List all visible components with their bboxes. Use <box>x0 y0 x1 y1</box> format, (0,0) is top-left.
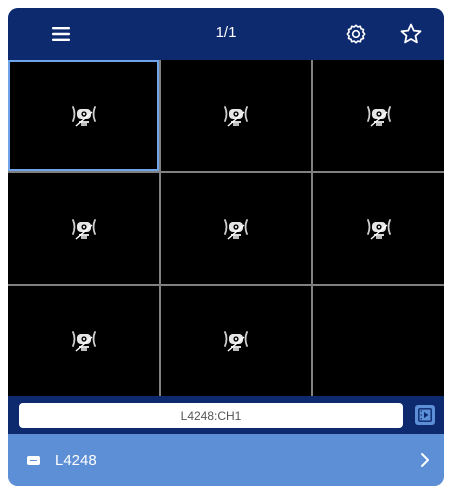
no-signal-camera-icon <box>366 218 391 240</box>
channel-bar: L4248:CH1 <box>8 396 444 434</box>
device-name: L4248 <box>55 452 97 469</box>
star-icon <box>400 23 422 44</box>
no-signal-camera-icon <box>366 105 391 127</box>
video-cell-8[interactable] <box>161 286 311 396</box>
video-cell-3[interactable] <box>313 60 444 171</box>
no-signal-camera-icon <box>71 105 96 127</box>
page-indicator: 1/1 <box>215 24 237 41</box>
video-cell-6[interactable] <box>313 173 444 284</box>
favorite-button[interactable] <box>394 18 428 50</box>
playback-icon <box>418 408 432 422</box>
live-view-app: 1/1 L4248:CH1 L4248 <box>8 8 444 486</box>
no-signal-camera-icon <box>224 105 248 127</box>
top-bar: 1/1 <box>8 8 444 60</box>
device-icon <box>27 456 40 465</box>
settings-button[interactable] <box>339 18 373 50</box>
video-grid <box>8 60 444 396</box>
video-cell-5[interactable] <box>161 173 311 284</box>
video-cell-4[interactable] <box>8 173 159 284</box>
no-signal-camera-icon <box>224 331 248 352</box>
playback-button[interactable] <box>415 405 435 425</box>
video-cell-2[interactable] <box>161 60 311 171</box>
device-row[interactable]: L4248 <box>8 434 444 486</box>
channel-name-field[interactable]: L4248:CH1 <box>19 403 403 428</box>
no-signal-camera-icon <box>224 218 248 240</box>
gear-icon <box>346 24 366 44</box>
no-signal-camera-icon <box>71 218 96 240</box>
video-cell-9[interactable] <box>313 286 444 396</box>
video-cell-7[interactable] <box>8 286 159 396</box>
no-signal-camera-icon <box>71 331 96 352</box>
video-cell-1[interactable] <box>8 60 159 171</box>
chevron-right-icon <box>421 453 429 467</box>
